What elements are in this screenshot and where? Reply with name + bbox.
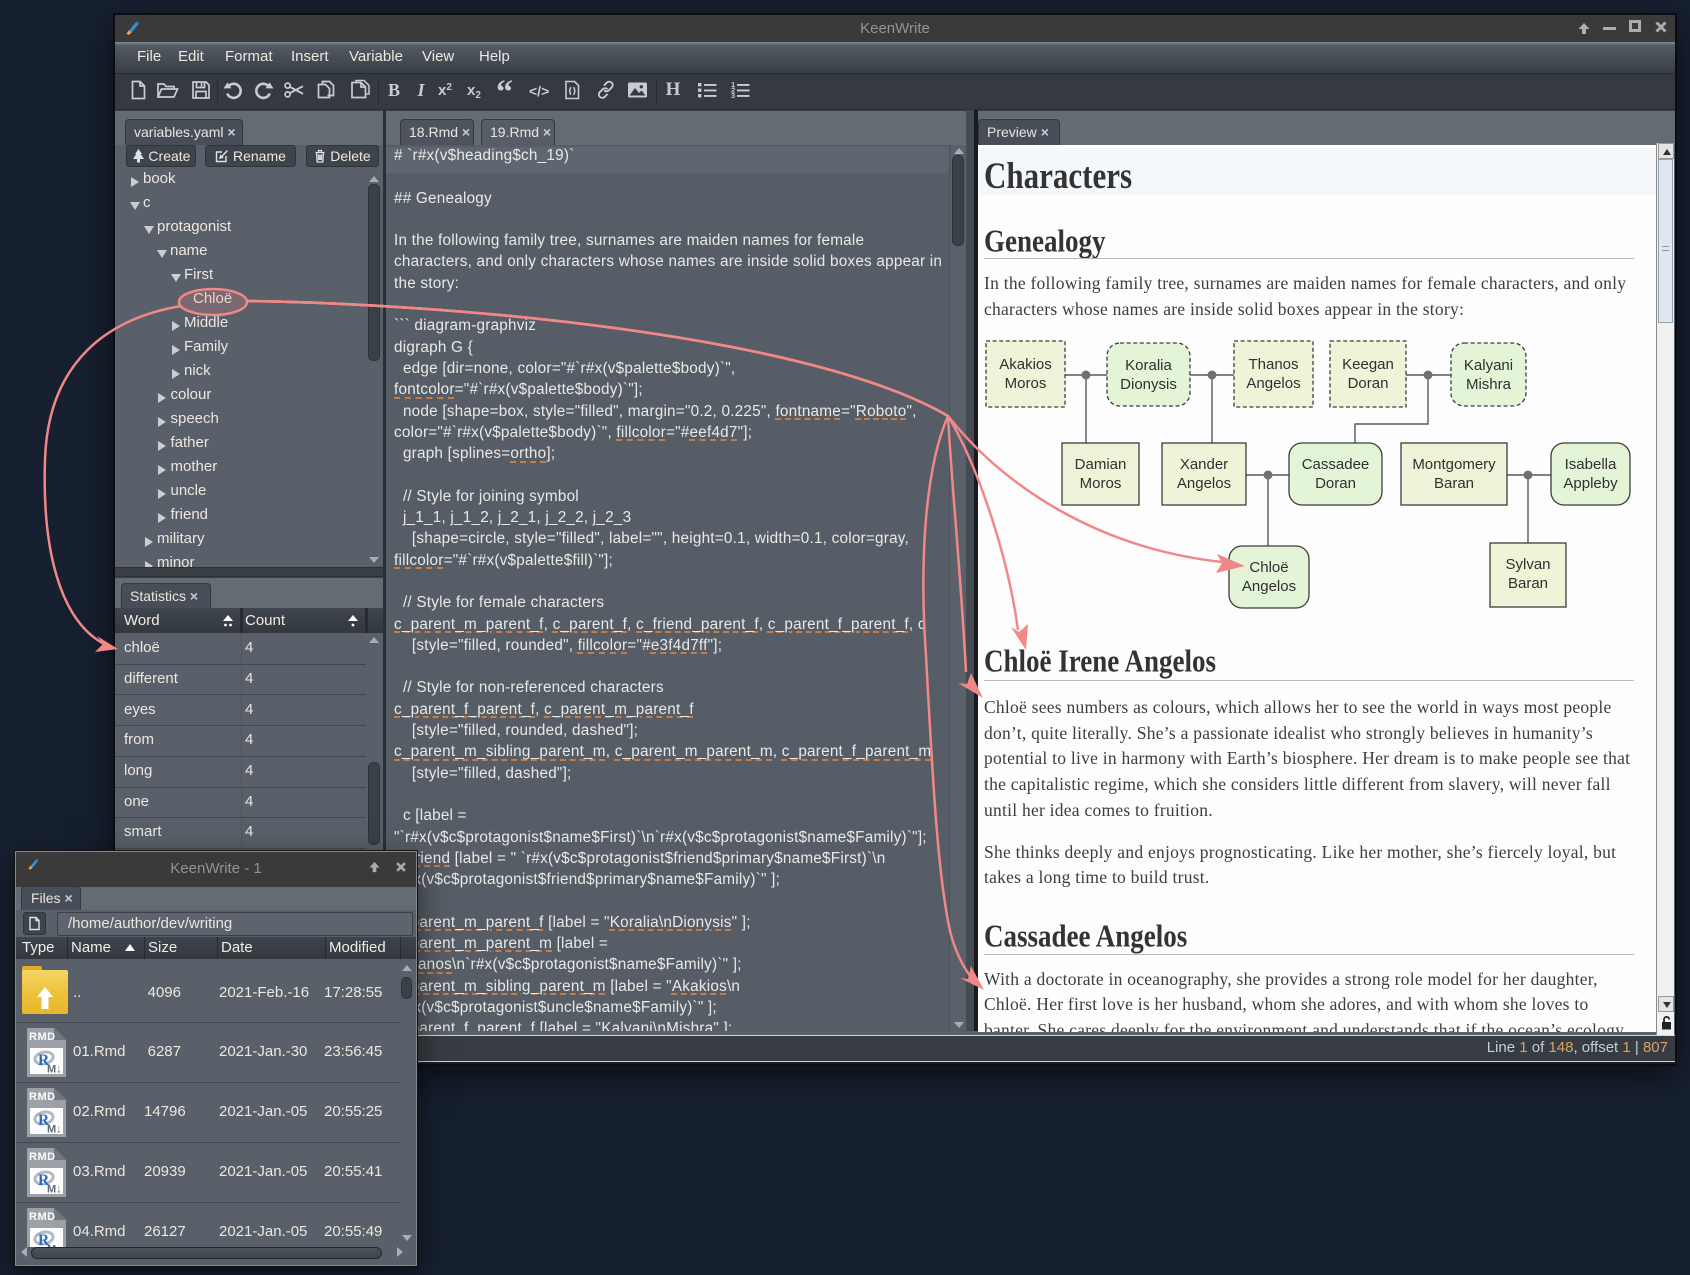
svg-text:Moros: Moros <box>1080 475 1122 492</box>
svg-text:Angelos: Angelos <box>1177 475 1231 492</box>
svg-text:Keegan: Keegan <box>1342 356 1394 373</box>
svg-text:RMD: RMD <box>29 1151 56 1163</box>
svg-text:Montgomery: Montgomery <box>1412 456 1496 473</box>
svg-text:Thanos: Thanos <box>1248 356 1298 373</box>
svg-text:Isabella: Isabella <box>1565 456 1617 473</box>
svg-text:RMD: RMD <box>29 1211 56 1223</box>
svg-text:Xander: Xander <box>1180 456 1228 473</box>
svg-text:M↓: M↓ <box>47 1184 62 1196</box>
svg-text:3: 3 <box>731 91 735 100</box>
svg-text:Sylvan: Sylvan <box>1505 556 1550 573</box>
svg-text:Cassadee: Cassadee <box>1302 456 1370 473</box>
svg-text:M↓: M↓ <box>47 1124 62 1136</box>
svg-text:Dionysis: Dionysis <box>1120 376 1177 393</box>
svg-text:Doran: Doran <box>1348 375 1389 392</box>
svg-text:Chloë: Chloë <box>1249 559 1288 576</box>
svg-text:Kalyani: Kalyani <box>1464 357 1513 374</box>
svg-text:Baran: Baran <box>1434 475 1474 492</box>
svg-text:Angelos: Angelos <box>1246 375 1300 392</box>
svg-text:Akakios: Akakios <box>999 356 1052 373</box>
svg-text:M↓: M↓ <box>47 1064 62 1076</box>
svg-text:Mishra: Mishra <box>1466 376 1512 393</box>
svg-text:Doran: Doran <box>1315 475 1356 492</box>
svg-text:RMD: RMD <box>29 1091 56 1103</box>
svg-text:RMD: RMD <box>29 1031 56 1043</box>
svg-text:Koralia: Koralia <box>1125 357 1172 374</box>
svg-text:Damian: Damian <box>1075 456 1127 473</box>
svg-text:Appleby: Appleby <box>1563 475 1618 492</box>
svg-text:Moros: Moros <box>1005 375 1047 392</box>
svg-text:Baran: Baran <box>1508 575 1548 592</box>
svg-text:Angelos: Angelos <box>1242 578 1296 595</box>
